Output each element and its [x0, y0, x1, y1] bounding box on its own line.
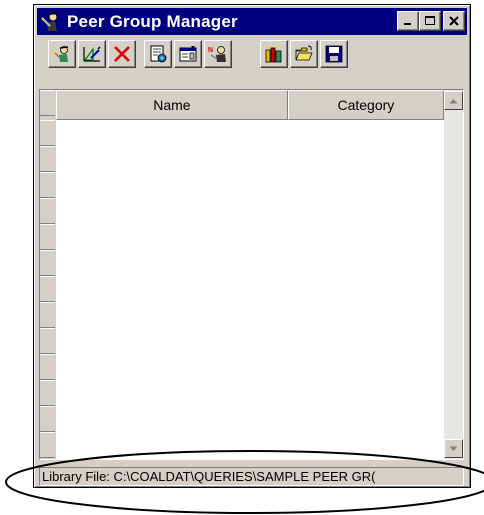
window-controls: [397, 11, 465, 31]
column-header-row: Name Category: [56, 90, 444, 120]
properties-icon: [179, 46, 197, 62]
library-file-status: Library File: C:\COALDAT\QUERIES\SAMPLE …: [39, 467, 464, 486]
row-header[interactable]: [40, 432, 55, 458]
new-peer-group-wizard-button[interactable]: [48, 40, 76, 68]
row-header[interactable]: [40, 172, 55, 198]
person-wizard-icon: [41, 11, 58, 31]
scroll-down-button[interactable]: [444, 439, 463, 458]
peer-wizard-icon: N: [208, 46, 226, 62]
peer-wizard-button[interactable]: N: [204, 40, 232, 68]
open-folder-icon: [295, 45, 313, 61]
scroll-up-button[interactable]: [444, 91, 463, 110]
arrow-down-icon: [449, 446, 458, 451]
row-header[interactable]: [40, 328, 55, 354]
properties-button[interactable]: [174, 40, 202, 68]
row-header[interactable]: [40, 354, 55, 380]
report-icon: [150, 45, 167, 63]
svg-text:N: N: [208, 47, 213, 54]
row-header[interactable]: [40, 146, 55, 172]
row-header-corner[interactable]: [40, 90, 55, 116]
grid-body[interactable]: [56, 120, 444, 459]
row-header[interactable]: [40, 198, 55, 224]
row-header[interactable]: [40, 120, 55, 146]
delete-button[interactable]: [108, 40, 136, 68]
column-header-name[interactable]: Name: [56, 90, 288, 120]
arrow-up-icon: [449, 98, 458, 103]
save-icon: [325, 45, 343, 63]
row-header[interactable]: [40, 276, 55, 302]
report-button[interactable]: [144, 40, 172, 68]
row-header-column: [40, 90, 57, 459]
save-button[interactable]: [320, 40, 348, 68]
library-icon: [265, 45, 282, 63]
window-title: Peer Group Manager: [67, 11, 238, 31]
open-folder-button[interactable]: [290, 40, 318, 68]
close-button[interactable]: [443, 11, 465, 31]
row-header[interactable]: [40, 302, 55, 328]
close-icon: [449, 16, 459, 26]
maximize-icon: [425, 16, 435, 25]
column-header-category[interactable]: Category: [287, 90, 444, 120]
row-header[interactable]: [40, 406, 55, 432]
minimize-button[interactable]: [397, 11, 419, 31]
library-button[interactable]: [260, 40, 288, 68]
new-peer-group-wizard-icon: [52, 46, 69, 62]
edit-peer-group-icon: [83, 46, 101, 62]
delete-icon: [114, 46, 130, 62]
row-header[interactable]: [40, 380, 55, 406]
edit-peer-group-button[interactable]: [78, 40, 106, 68]
row-header[interactable]: [40, 224, 55, 250]
vertical-scrollbar[interactable]: [444, 90, 463, 459]
title-bar[interactable]: Peer Group Manager: [37, 8, 467, 35]
peer-group-manager-window: Peer Group Manager N Name Category Libra…: [33, 4, 471, 488]
peer-group-list[interactable]: Name Category: [39, 89, 464, 460]
row-header[interactable]: [40, 250, 55, 276]
maximize-button[interactable]: [419, 11, 441, 31]
minimize-icon: [404, 23, 411, 25]
